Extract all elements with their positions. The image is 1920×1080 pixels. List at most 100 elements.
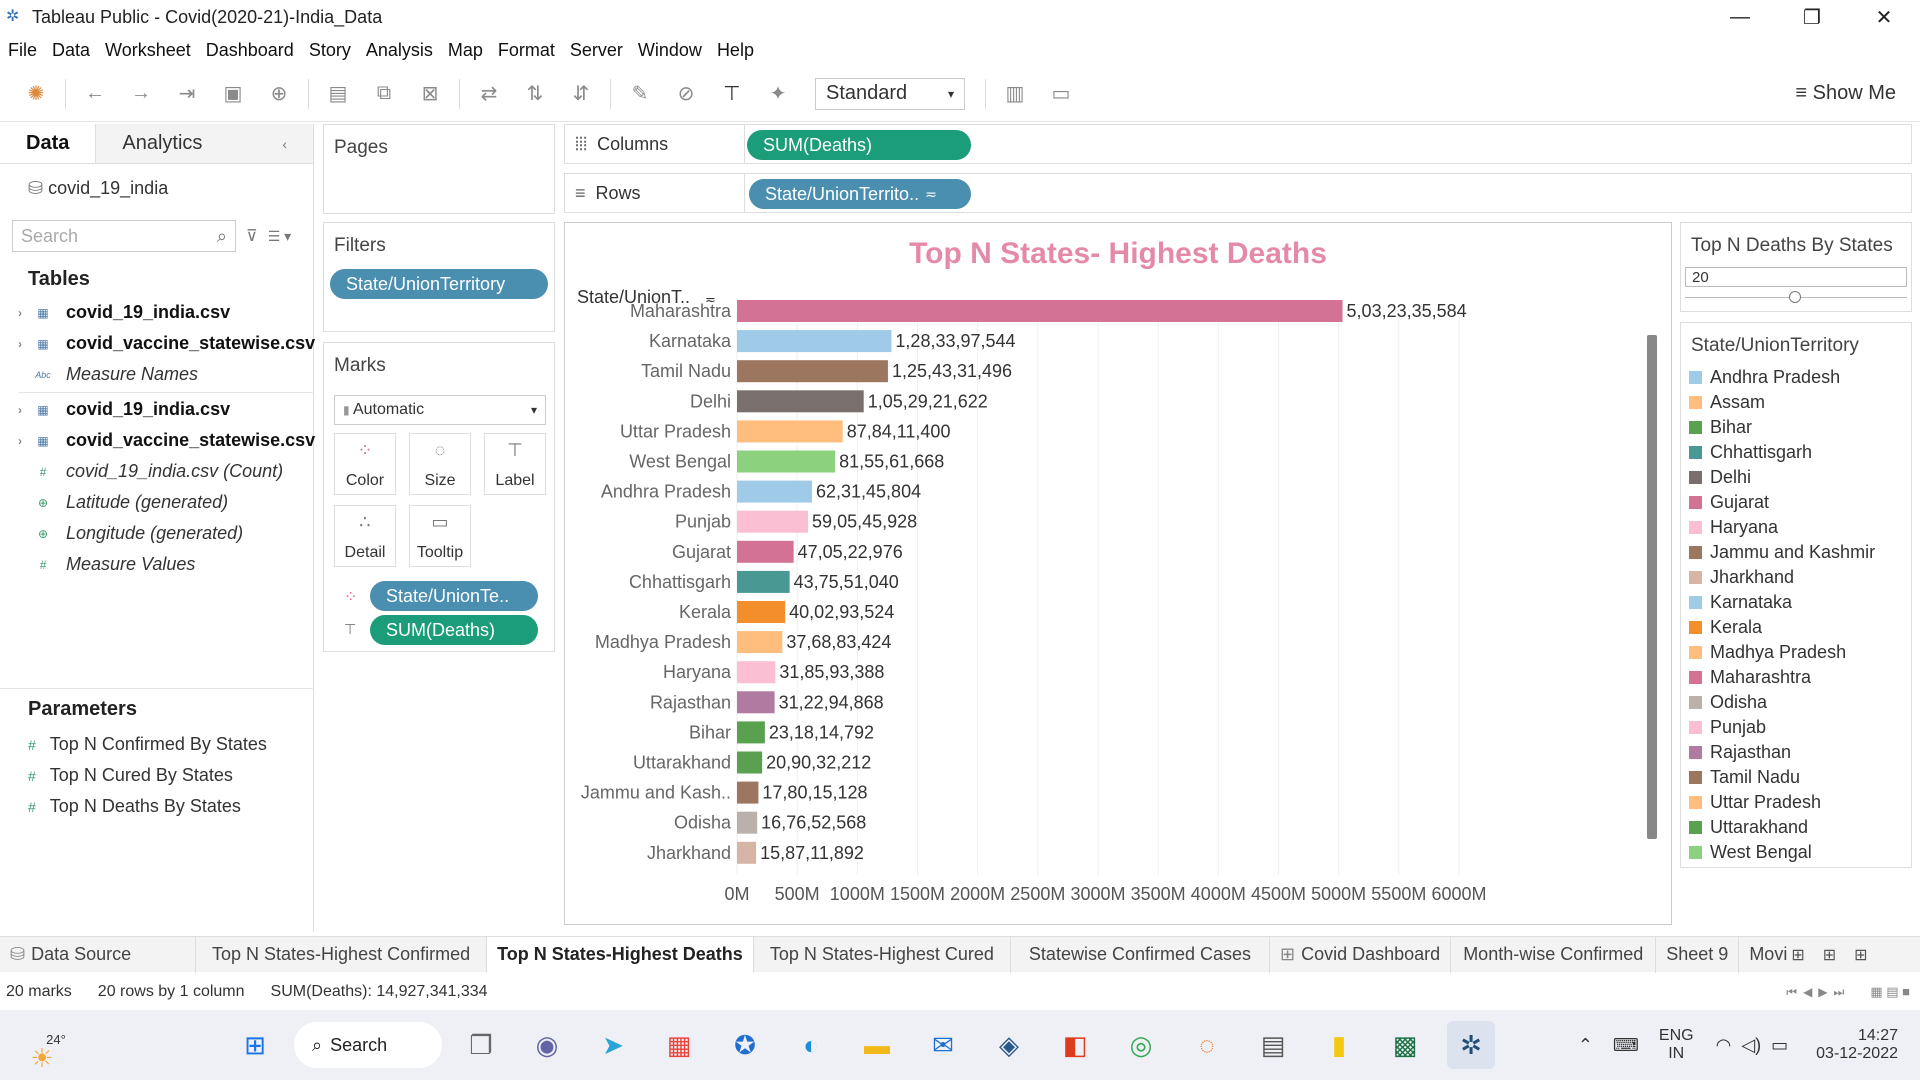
tooltip-button[interactable]: ▭ Tooltip — [409, 505, 471, 567]
legend-item[interactable]: Tamil Nadu — [1681, 765, 1911, 790]
minimize-icon[interactable]: — — [1704, 0, 1776, 34]
tableau-taskbar-icon[interactable]: ✲ — [1447, 1021, 1495, 1069]
color-button[interactable]: ⁘ Color — [334, 433, 396, 495]
tab-data-source[interactable]: ⛁ Data Source — [0, 936, 196, 973]
field-item[interactable]: › ▦ covid_19_india.csv — [18, 302, 230, 323]
label-pill[interactable]: SUM(Deaths) — [370, 615, 538, 645]
legend-item[interactable]: Jammu and Kashmir — [1681, 540, 1911, 565]
legend-item[interactable]: Punjab — [1681, 715, 1911, 740]
duplicate-icon[interactable]: ⧉ — [372, 82, 396, 105]
menu-worksheet[interactable]: Worksheet — [105, 40, 191, 61]
menu-file[interactable]: File — [8, 40, 37, 61]
field-item[interactable]: # Measure Values — [18, 554, 196, 575]
cards-icon[interactable]: ▥ — [1003, 81, 1027, 106]
filters-card[interactable]: Filters State/UnionTerritory — [323, 222, 555, 332]
close-icon[interactable]: ✕ — [1848, 0, 1920, 34]
chevron-up-icon[interactable]: ⌃ — [1578, 1035, 1593, 1056]
color-pill[interactable]: State/UnionTe.. — [370, 581, 538, 611]
new-dashboard-icon[interactable]: ⊞ — [1823, 945, 1836, 965]
tab-top-n-confirmed[interactable]: Top N States-Highest Confirmed — [196, 936, 488, 973]
group-icon[interactable]: ⊘ — [674, 81, 698, 106]
fit-dropdown[interactable]: Standard ▾ — [815, 77, 965, 110]
menu-map[interactable]: Map — [448, 40, 483, 61]
language-indicator[interactable]: ENG IN — [1659, 1027, 1694, 1063]
highlight-icon[interactable]: ✎ — [628, 81, 652, 106]
menu-help[interactable]: Help — [717, 40, 754, 61]
parameter-item[interactable]: # Top N Cured By States — [28, 765, 233, 786]
menu-dashboard[interactable]: Dashboard — [206, 40, 294, 61]
parameter-item[interactable]: # Top N Confirmed By States — [28, 734, 267, 755]
legend-item[interactable]: Uttarakhand — [1681, 815, 1911, 840]
volume-icon[interactable]: ◁) — [1741, 1035, 1761, 1056]
legend-item[interactable]: Haryana — [1681, 515, 1911, 540]
menu-format[interactable]: Format — [498, 40, 555, 61]
expand-icon[interactable]: › — [18, 434, 32, 448]
tab-sheet-9[interactable]: Sheet 9 — [1656, 936, 1740, 973]
weather-widget[interactable]: ☀ 24° — [12, 1032, 72, 1073]
sheet-nav-icon[interactable]: ⏮◀▶⏭ — [1786, 985, 1850, 1000]
excel-icon[interactable]: ▩ — [1381, 1021, 1429, 1069]
swap-icon[interactable]: ⇄ — [477, 81, 501, 106]
legend-item[interactable]: Kerala — [1681, 615, 1911, 640]
legend-item[interactable]: Karnataka — [1681, 590, 1911, 615]
chrome-icon[interactable]: ◎ — [1117, 1021, 1165, 1069]
legend-item[interactable]: Rajasthan — [1681, 740, 1911, 765]
presentation-icon[interactable]: ▭ — [1049, 81, 1073, 106]
menu-server[interactable]: Server — [570, 40, 623, 61]
tab-analytics[interactable]: Analytics ‹ — [95, 124, 313, 163]
bar-chart[interactable]: Top N States- Highest DeathsState/UnionT… — [565, 223, 1671, 924]
detail-button[interactable]: ∴ Detail — [334, 505, 396, 567]
legend-item[interactable]: West Bengal — [1681, 840, 1911, 865]
legend-item[interactable]: Uttar Pradesh — [1681, 790, 1911, 815]
size-button[interactable]: ◌ Size — [409, 433, 471, 495]
settings-app-icon[interactable]: ✪ — [721, 1021, 769, 1069]
field-item[interactable]: › ▦ covid_vaccine_statewise.csv — [18, 333, 315, 354]
legend-item[interactable]: Jharkhand — [1681, 565, 1911, 590]
rows-pill[interactable]: State/UnionTerrito.. ≂ — [749, 179, 971, 209]
legend-item[interactable]: Odisha — [1681, 690, 1911, 715]
menu-window[interactable]: Window — [638, 40, 702, 61]
menu-story[interactable]: Story — [309, 40, 351, 61]
mail-icon[interactable]: ✉ — [919, 1021, 967, 1069]
show-me-button[interactable]: ≡ Show Me — [1795, 82, 1896, 105]
field-item[interactable]: Abc Measure Names — [18, 364, 198, 385]
pages-card[interactable]: Pages — [323, 124, 555, 214]
show-labels-icon[interactable]: ⊤ — [720, 81, 744, 106]
sort-ascending-icon[interactable]: ⇅ — [523, 81, 547, 106]
telegram-icon[interactable]: ➤ — [589, 1021, 637, 1069]
tab-movi[interactable]: Movi — [1739, 937, 1787, 973]
tableau-home-icon[interactable]: ✺ — [24, 81, 48, 106]
expand-icon[interactable]: › — [18, 306, 32, 320]
store-icon[interactable]: ▦ — [655, 1021, 703, 1069]
rows-shelf[interactable]: ≡ Rows State/UnionTerrito.. ≂ — [564, 173, 1912, 213]
edge-icon[interactable]: ◐ — [787, 1021, 835, 1069]
ssms-icon[interactable]: ◈ — [985, 1021, 1033, 1069]
legend-item[interactable]: Gujarat — [1681, 490, 1911, 515]
field-item[interactable]: # covid_19_india.csv (Count) — [18, 461, 283, 482]
jupyter-icon[interactable]: ◌ — [1183, 1021, 1231, 1069]
parameter-value-input[interactable]: 20 — [1685, 267, 1907, 287]
tab-data[interactable]: Data — [0, 124, 95, 163]
pin-icon[interactable]: ✦ — [766, 81, 790, 106]
new-story-icon[interactable]: ⊞ — [1854, 945, 1867, 965]
save-icon[interactable]: ▣ — [221, 81, 245, 106]
expand-icon[interactable]: › — [18, 403, 32, 417]
tab-statewise-confirmed[interactable]: Statewise Confirmed Cases — [1011, 936, 1271, 973]
legend-item[interactable]: Chhattisgarh — [1681, 440, 1911, 465]
undo-icon[interactable]: ← — [83, 82, 107, 105]
tab-covid-dashboard[interactable]: ⊞ Covid Dashboard — [1270, 936, 1452, 973]
powerbi-icon[interactable]: ▮ — [1315, 1021, 1363, 1069]
legend-item[interactable]: Maharashtra — [1681, 665, 1911, 690]
chat-icon[interactable]: ◉ — [523, 1021, 571, 1069]
sheet-sorter-icon[interactable]: ▦ ▤ ■ — [1870, 984, 1910, 1000]
legend-item[interactable]: Andhra Pradesh — [1681, 365, 1911, 390]
legend-item[interactable]: Bihar — [1681, 415, 1911, 440]
replay-icon[interactable]: ⇥ — [175, 81, 199, 106]
field-item[interactable]: ⊕ Latitude (generated) — [18, 492, 228, 513]
menu-data[interactable]: Data — [52, 40, 90, 61]
data-source[interactable]: ⛁ covid_19_india — [0, 164, 313, 199]
new-worksheet-icon[interactable]: ▤ — [326, 81, 350, 106]
expand-icon[interactable]: › — [18, 337, 32, 351]
clear-sheet-icon[interactable]: ⊠ — [418, 81, 442, 106]
task-view-icon[interactable]: ❐ — [457, 1021, 505, 1069]
